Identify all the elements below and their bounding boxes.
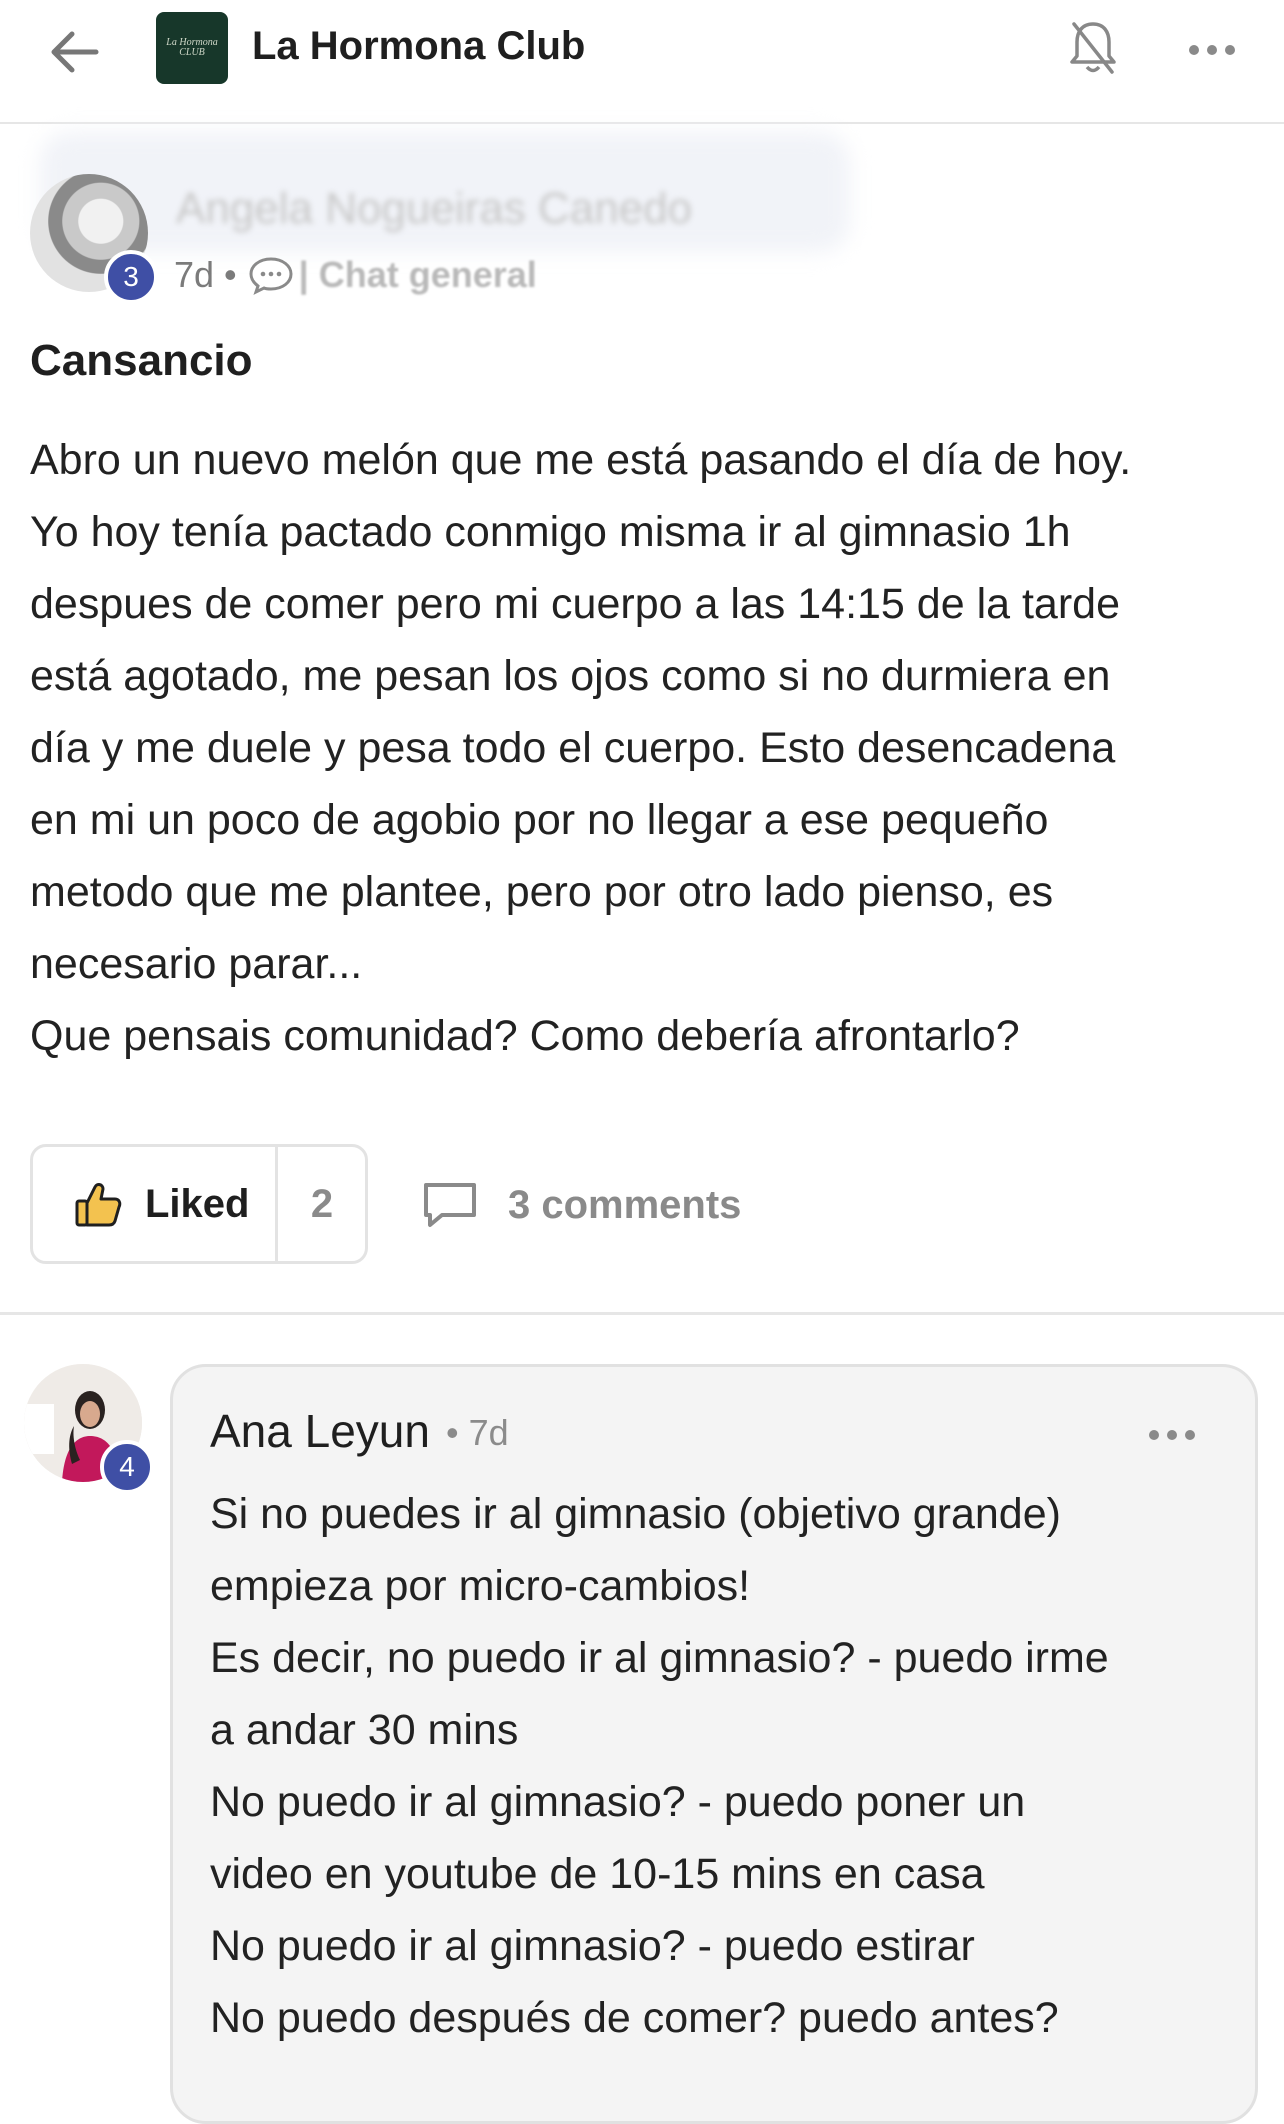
- comment-body-line: empieza por micro-cambios!: [210, 1562, 751, 1610]
- post-body: Abro un nuevo melón que me está pasando …: [30, 424, 1260, 1072]
- post-body-line: Abro un nuevo melón que me está pasando …: [30, 436, 1132, 484]
- comment-body-line: No puedo ir al gimnasio? - puedo estirar: [210, 1922, 975, 1970]
- post-body-line: despues de comer pero mi cuerpo a las 14…: [30, 580, 1120, 628]
- club-name[interactable]: La Hormona Club: [252, 24, 585, 69]
- comment-more-button[interactable]: [1146, 1418, 1198, 1452]
- post-body-line: Que pensais comunidad? Como debería afro…: [30, 1012, 1020, 1060]
- comment-time: • 7d: [446, 1412, 509, 1453]
- commenter-level-badge: 4: [100, 1440, 154, 1494]
- like-group: Liked 2: [30, 1144, 368, 1264]
- more-horizontal-icon: [1149, 1430, 1195, 1440]
- chat-bubble-icon: [249, 257, 293, 295]
- post-body-line: Yo hoy tenía pactado conmigo misma ir al…: [30, 508, 1071, 556]
- comment-body-line: a andar 30 mins: [210, 1706, 519, 1754]
- post-body-line: necesario parar...: [30, 940, 363, 988]
- comment-icon: [424, 1183, 476, 1227]
- post-body-line: está agotado, me pesan los ojos como si …: [30, 652, 1111, 700]
- post-body-line: día y me duele y pesa todo el cuerpo. Es…: [30, 724, 1116, 772]
- top-bar: La Hormona CLUB La Hormona Club: [0, 0, 1284, 124]
- post-time: 7d: [174, 254, 215, 295]
- post-meta: 7d • | Chat general: [174, 254, 537, 296]
- more-horizontal-icon: [1189, 45, 1235, 55]
- club-logo-text: La Hormona CLUB: [166, 37, 218, 58]
- comment-body: Si no puedes ir al gimnasio (objetivo gr…: [210, 1478, 1230, 2054]
- like-button[interactable]: Liked: [33, 1147, 277, 1261]
- author-level-badge: 3: [104, 250, 158, 304]
- author-name[interactable]: Angela Nogueiras Canedo: [176, 184, 692, 234]
- comment-body-line: No puedo ir al gimnasio? - puedo poner u…: [210, 1778, 1026, 1826]
- comment-body-line: video en youtube de 10-15 mins en casa: [210, 1850, 985, 1898]
- back-button[interactable]: [44, 22, 104, 82]
- post-title: Cansancio: [30, 336, 253, 385]
- comment-body-line: No puedo después de comer? puedo antes?: [210, 1994, 1059, 2042]
- bell-off-icon: [1070, 22, 1116, 74]
- comments-button[interactable]: 3 comments: [420, 1170, 741, 1240]
- more-options-button[interactable]: [1186, 30, 1238, 70]
- like-count[interactable]: 2: [279, 1147, 365, 1261]
- thumbs-up-icon: [75, 1183, 122, 1227]
- post-body-line: en mi un poco de agobio por no llegar a …: [30, 796, 1049, 844]
- like-label: Liked: [145, 1181, 250, 1226]
- meta-separator: •: [224, 254, 237, 295]
- club-logo[interactable]: La Hormona CLUB: [156, 12, 228, 84]
- comment-body-line: Es decir, no puedo ir al gimnasio? - pue…: [210, 1634, 1109, 1682]
- comments-count-label: 3 comments: [508, 1182, 742, 1227]
- like-divider: [275, 1147, 278, 1261]
- comment-body-line: Si no puedes ir al gimnasio (objetivo gr…: [210, 1490, 1061, 1538]
- notifications-button[interactable]: [1068, 18, 1118, 78]
- back-arrow-icon: [51, 31, 99, 73]
- divider: [0, 1312, 1284, 1315]
- channel-link[interactable]: | Chat general: [299, 254, 537, 296]
- post-body-line: metodo que me plantee, pero por otro lad…: [30, 868, 1054, 916]
- comment-author[interactable]: Ana Leyun: [210, 1404, 430, 1458]
